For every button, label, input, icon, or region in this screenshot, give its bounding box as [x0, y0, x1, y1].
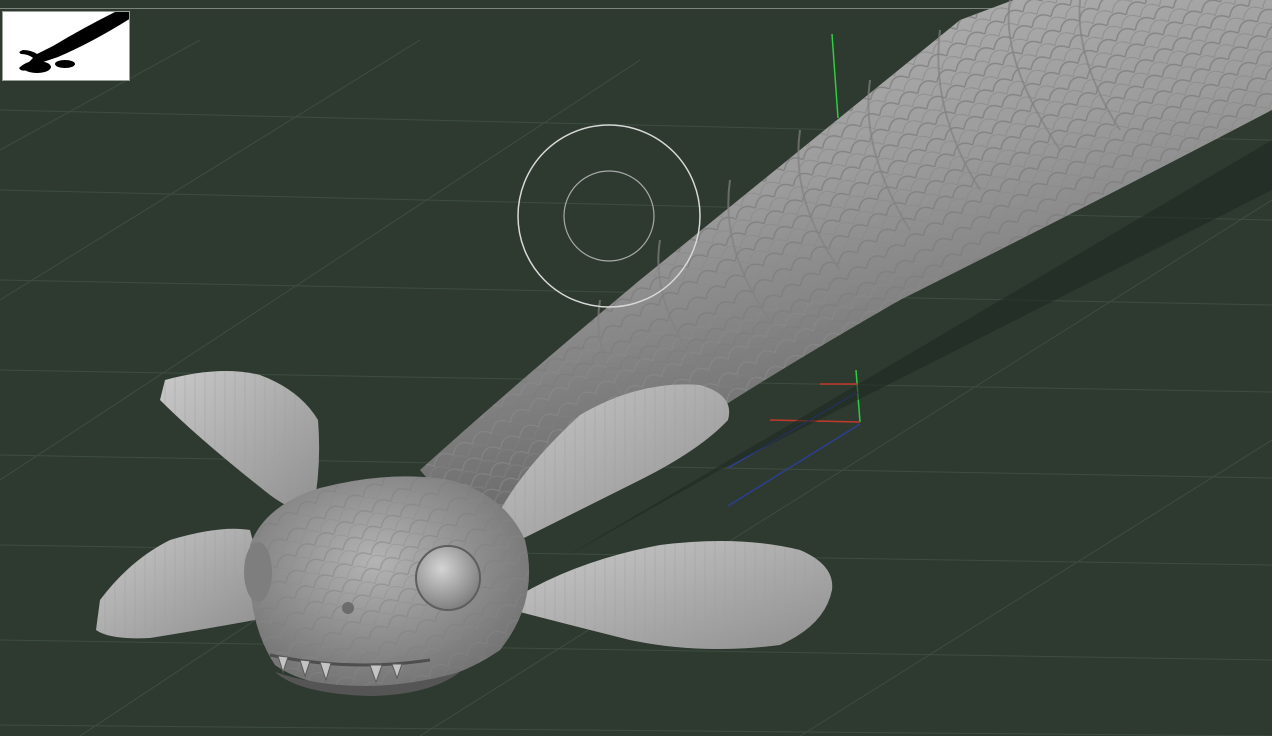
left-eye: [244, 542, 272, 602]
nostril: [342, 602, 354, 614]
creature-head[interactable]: [244, 476, 530, 696]
left-lower-fin[interactable]: [96, 528, 258, 639]
navigator-thumbnail[interactable]: [2, 11, 130, 81]
3d-viewport[interactable]: [0, 0, 1272, 736]
right-lower-fin[interactable]: [520, 541, 833, 649]
model-silhouette-icon: [19, 12, 129, 73]
left-upper-fin[interactable]: [160, 371, 320, 515]
eye: [415, 545, 481, 611]
scene-canvas[interactable]: [0, 0, 1272, 736]
